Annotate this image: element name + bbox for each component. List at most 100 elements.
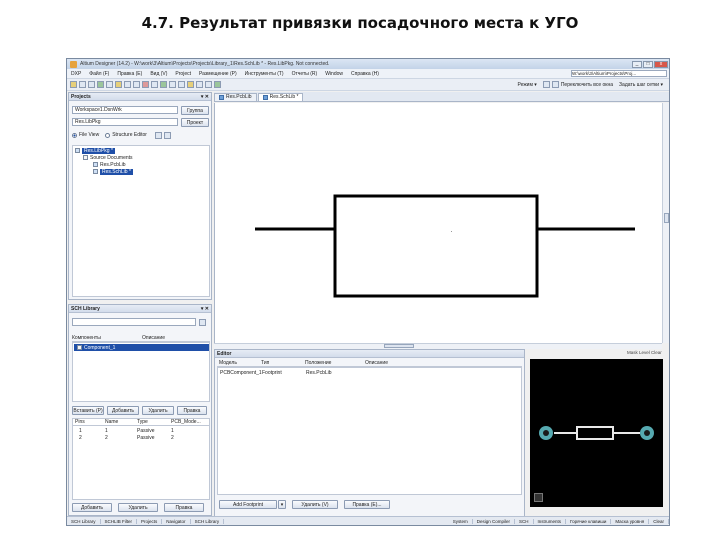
status-instruments[interactable]: Instruments xyxy=(534,518,567,524)
tab-sch-library[interactable]: SCH Library xyxy=(67,518,101,524)
delete-component-button[interactable]: Удалить xyxy=(142,405,174,415)
pcblib-icon xyxy=(93,162,98,167)
document-path-field[interactable]: W:\work\3\Altium\Projects\Proj... xyxy=(571,70,667,77)
zoom-fit-icon[interactable] xyxy=(106,81,113,88)
status-mask-level[interactable]: Маска уровня xyxy=(611,518,650,524)
tab-schlib[interactable]: Res.SchLib * xyxy=(257,93,304,101)
tab-sch-library-2[interactable]: SCH Library xyxy=(191,518,225,524)
menu-place[interactable]: Размещение (P) xyxy=(195,71,241,77)
toggle-windows-button[interactable]: Переключить все окна xyxy=(561,82,613,88)
status-shortcuts[interactable]: Горячие клавиши xyxy=(566,518,612,524)
list-item-component[interactable]: Component_1 xyxy=(74,344,209,351)
structure-editor-radio[interactable] xyxy=(105,132,111,138)
menu-view[interactable]: Вид (V) xyxy=(146,71,171,77)
workspace-button[interactable]: Группа xyxy=(181,105,209,115)
workspace-select[interactable]: Workspace1.DsnWrk xyxy=(72,106,178,114)
place-pin-icon[interactable] xyxy=(160,81,167,88)
status-system[interactable]: System xyxy=(449,518,473,524)
tab-navigator[interactable]: Navigator xyxy=(162,518,191,524)
redo-icon[interactable] xyxy=(151,81,158,88)
options-icon[interactable] xyxy=(163,131,171,139)
tab-projects[interactable]: Projects xyxy=(137,518,163,524)
grid-icon[interactable] xyxy=(551,81,559,88)
add-model-dropdown[interactable]: ▾ xyxy=(278,500,286,509)
tree-item-source-docs[interactable]: Source Documents xyxy=(83,154,133,161)
refresh-icon[interactable] xyxy=(154,131,162,139)
sch-library-header: SCH Library ▾ ✕ xyxy=(69,305,211,313)
minimize-button[interactable]: _ xyxy=(632,60,642,68)
col-components[interactable]: Компоненты xyxy=(72,335,142,341)
tree-item-schlib[interactable]: Res.SchLib * xyxy=(93,168,133,175)
status-sch[interactable]: SCH xyxy=(515,518,534,524)
editor-header: Editor xyxy=(215,350,524,358)
edit-component-button[interactable]: Правка xyxy=(177,405,207,415)
copy-icon[interactable] xyxy=(124,81,131,88)
status-design-compiler[interactable]: Design Compiler xyxy=(473,518,515,524)
place-text-icon[interactable] xyxy=(187,81,194,88)
vertical-scroll-thumb[interactable] xyxy=(664,213,669,223)
place-line-icon[interactable] xyxy=(169,81,176,88)
open-icon[interactable] xyxy=(70,81,77,88)
scl-filter-input[interactable] xyxy=(72,318,196,326)
tree-item-pcblib[interactable]: Res.PcbLib xyxy=(93,161,126,168)
set-grid-dropdown[interactable]: Задать шаг сетки ▾ xyxy=(619,82,663,88)
menu-help[interactable]: Справка (H) xyxy=(347,71,383,77)
menu-project[interactable]: Project xyxy=(171,71,195,77)
project-field[interactable]: Res.LibPkg xyxy=(72,118,178,126)
print-icon[interactable] xyxy=(88,81,95,88)
move-icon[interactable] xyxy=(205,81,212,88)
horizontal-scroll-thumb[interactable] xyxy=(384,344,414,348)
remove-model-button[interactable]: Удалить (V) xyxy=(292,500,338,509)
menu-reports[interactable]: Отчеты (R) xyxy=(288,71,322,77)
edit-model-button[interactable]: Правка (E)... xyxy=(344,500,390,509)
place-rect-icon[interactable] xyxy=(178,81,185,88)
file-view-radio[interactable] xyxy=(72,132,77,138)
close-button[interactable]: x xyxy=(654,60,668,68)
schematic-canvas[interactable] xyxy=(214,103,662,343)
mask-level-status[interactable]: Mask Level Clear xyxy=(627,350,662,355)
select-icon[interactable] xyxy=(196,81,203,88)
tree-item-project[interactable]: Res.LibPkg * xyxy=(75,147,115,154)
delete-pin-button[interactable]: Удалить xyxy=(118,502,158,512)
add-footprint-button[interactable]: Add Footprint xyxy=(219,500,277,509)
panel-close-icon[interactable]: ▾ ✕ xyxy=(201,93,209,101)
table-row[interactable]: PCBComponent_1 Footprint Res.PcbLib xyxy=(218,369,521,376)
maximize-button[interactable]: □ xyxy=(643,60,653,68)
col-model[interactable]: Модель xyxy=(217,360,261,366)
menu-edit[interactable]: Правка (E) xyxy=(113,71,146,77)
tab-pcblib[interactable]: Res.PcbLib xyxy=(214,93,257,101)
col-description[interactable]: Описание xyxy=(142,335,165,341)
col-description[interactable]: Описание xyxy=(365,360,388,366)
menu-tools[interactable]: Инструменты (T) xyxy=(241,71,288,77)
search-icon[interactable] xyxy=(199,318,206,326)
table-row[interactable]: 1 1 Passive 1 xyxy=(73,427,209,434)
status-clear[interactable]: Clear xyxy=(649,518,669,524)
tab-schlib-filter[interactable]: SCHLIB Filter xyxy=(101,518,138,524)
place-component-button[interactable]: Вставить (P) xyxy=(72,405,104,415)
compile-icon[interactable] xyxy=(214,81,221,88)
menu-dxp[interactable]: DXP xyxy=(67,71,85,77)
cut-icon[interactable] xyxy=(115,81,122,88)
edit-pin-button[interactable]: Правка xyxy=(164,502,204,512)
paste-icon[interactable] xyxy=(133,81,140,88)
zoom-icon[interactable] xyxy=(97,81,104,88)
menu-window[interactable]: Window xyxy=(321,71,347,77)
table-row[interactable]: 2 2 Passive 2 xyxy=(73,434,209,441)
resistor-symbol xyxy=(255,194,635,298)
project-button[interactable]: Проект xyxy=(181,117,209,127)
add-component-button[interactable]: Добавить xyxy=(107,405,139,415)
pin-buttons: Добавить Удалить Правка xyxy=(72,502,204,512)
project-icon xyxy=(75,148,80,153)
mode-dropdown[interactable]: Режим ▾ xyxy=(518,82,537,88)
footprint-preview[interactable] xyxy=(530,359,663,507)
save-icon[interactable] xyxy=(79,81,86,88)
col-location[interactable]: Положение xyxy=(305,360,365,366)
layout-icon[interactable] xyxy=(542,81,550,88)
menu-file[interactable]: Файл (F) xyxy=(85,71,113,77)
add-pin-button[interactable]: Добавить xyxy=(72,502,112,512)
undo-icon[interactable] xyxy=(142,81,149,88)
panel-close-icon[interactable]: ▾ ✕ xyxy=(201,305,209,313)
canvas-vertical-scrollbar[interactable] xyxy=(662,103,669,343)
col-type[interactable]: Тип xyxy=(261,360,305,366)
preview-zoom-icon[interactable] xyxy=(534,493,543,502)
